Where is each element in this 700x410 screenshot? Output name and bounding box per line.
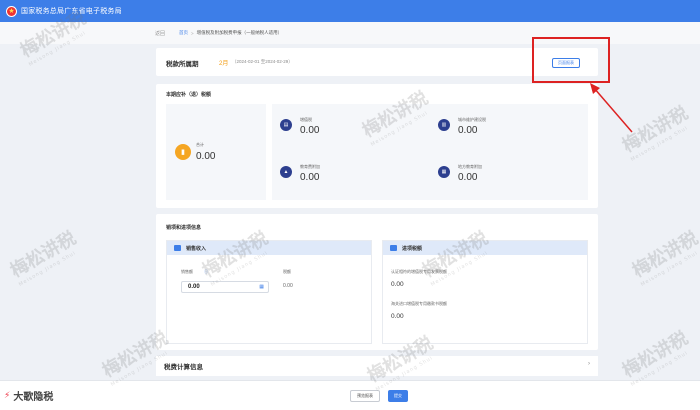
tax-item-label: 增值税 xyxy=(300,117,312,122)
sales-panel-title: 销售收入 xyxy=(186,245,207,252)
watermark: 梅松讲税 Meisong Jiang Shui xyxy=(618,102,692,163)
tax-item-label: 教育费附加 xyxy=(300,164,320,169)
tax-bureau-logo-icon: ★ xyxy=(6,5,17,17)
tax-amount-label: 税额 xyxy=(283,269,291,274)
preview-report-button[interactable]: 预览报表 xyxy=(350,390,380,402)
wallet-icon xyxy=(174,245,181,251)
breadcrumb-home[interactable]: 首页 xyxy=(179,30,188,36)
tax-item-value: 0.00 xyxy=(458,172,478,183)
brand-watermark: ⚡ 大歌隐税 xyxy=(4,388,53,403)
footer-bar: ⚡ 大歌隐税 预览报表 提交 xyxy=(0,380,700,410)
brand-icon: ⚡ xyxy=(4,390,11,400)
customs-payment-value: 0.00 xyxy=(391,313,404,320)
total-tax-panel: ▮ 合计 0.00 xyxy=(166,104,266,200)
sales-input-card: 销项和进项信息 销售收入 销售额 ⓘ 0.00 ▦ 税额 0.00 进项税额 认… xyxy=(156,214,598,350)
sales-revenue-panel: 销售收入 销售额 ⓘ 0.00 ▦ 税额 0.00 xyxy=(166,240,372,344)
tax-calc-section[interactable]: 税费计算信息 › xyxy=(156,356,598,376)
customs-payment-label: 海关进口增值税专用缴款书税额 xyxy=(391,301,447,306)
education-icon: ▲ xyxy=(280,166,292,178)
period-title: 税款所属期 xyxy=(166,61,199,68)
sales-amount-label: 销售额 xyxy=(181,269,193,274)
back-link[interactable]: 返回 xyxy=(155,30,165,37)
watermark: 梅松讲税 Meisong Jiang Shui xyxy=(6,227,80,288)
certified-invoice-value: 0.00 xyxy=(391,281,404,288)
tax-amount-value: 0.00 xyxy=(283,283,293,289)
tax-item-label: 城市维护建设税 xyxy=(458,117,486,122)
chart-bar-icon: ▮ xyxy=(175,144,191,160)
certified-invoice-label: 认证相符的增值税专用发票税额 xyxy=(391,269,447,274)
breadcrumb-current: 增值税及附加税费申报（一般纳税人适用） xyxy=(196,30,283,35)
top-header-bar: ★ 国家税务总局广东省电子税务局 xyxy=(0,0,700,22)
watermark: 梅松讲税 Meisong Jiang Shui xyxy=(628,227,700,288)
tax-section-title: 本期应补（退）税额 xyxy=(166,92,212,98)
sales-section-title: 销项和进项信息 xyxy=(166,225,202,231)
calculator-icon[interactable]: ▦ xyxy=(259,284,264,290)
breadcrumb-separator: > xyxy=(191,30,194,36)
input-panel-header: 进项税额 xyxy=(383,241,587,255)
watermark: 梅松讲税 Meisong Jiang Shui xyxy=(618,327,692,388)
tax-item-value: 0.00 xyxy=(300,172,320,183)
sales-amount-value: 0.00 xyxy=(188,284,200,290)
brand-text: 大歌隐税 xyxy=(13,392,54,403)
tax-item-value: 0.00 xyxy=(300,125,320,136)
total-value: 0.00 xyxy=(196,151,216,162)
site-title: 国家税务总局广东省电子税务局 xyxy=(21,8,122,15)
tax-item-label: 地方教育附加 xyxy=(458,164,482,169)
receipt-icon xyxy=(390,245,397,251)
sales-panel-header: 销售收入 xyxy=(167,241,371,255)
submit-button[interactable]: 提交 xyxy=(388,390,408,402)
period-month: 2月 xyxy=(219,61,229,67)
book-icon: ▦ xyxy=(438,166,450,178)
chevron-right-icon[interactable]: › xyxy=(588,361,590,367)
input-panel-title: 进项税额 xyxy=(402,245,423,252)
tax-payable-card: 本期应补（退）税额 ▮ 合计 0.00 ▤ 增值税 0.00 ▥ 城市维护建设税… xyxy=(156,84,598,208)
sales-amount-input[interactable]: 0.00 ▦ xyxy=(181,281,269,293)
input-tax-panel: 进项税额 认证相符的增值税专用发票税额 0.00 海关进口增值税专用缴款书税额 … xyxy=(382,240,588,344)
period-range: （2024-02-01 至2024-02-29） xyxy=(232,59,293,64)
info-icon: ⓘ xyxy=(204,269,208,274)
vat-icon: ▤ xyxy=(280,119,292,131)
tax-calc-title: 税费计算信息 xyxy=(164,364,203,371)
tax-items-grid: ▤ 增值税 0.00 ▥ 城市维护建设税 0.00 ▲ 教育费附加 0.00 ▦… xyxy=(272,104,588,200)
tax-item-value: 0.00 xyxy=(458,125,478,136)
building-icon: ▥ xyxy=(438,119,450,131)
total-label: 合计 xyxy=(196,142,204,147)
highlight-box xyxy=(532,37,610,83)
